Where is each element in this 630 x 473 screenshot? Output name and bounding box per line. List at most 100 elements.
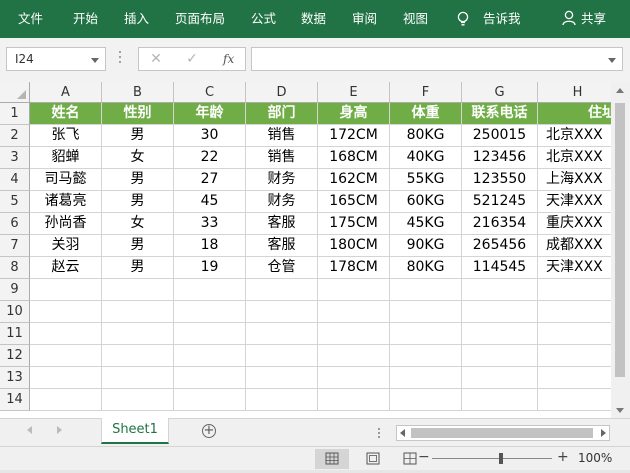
empty-cell[interactable] xyxy=(390,389,462,411)
table-cell[interactable]: 张飞 xyxy=(30,125,102,147)
empty-cell[interactable] xyxy=(30,301,102,323)
table-cell[interactable]: 30 xyxy=(174,125,246,147)
table-cell[interactable]: 27 xyxy=(174,169,246,191)
empty-cell[interactable] xyxy=(318,367,390,389)
empty-cell[interactable] xyxy=(538,345,611,367)
empty-cell[interactable] xyxy=(246,345,318,367)
empty-cell[interactable] xyxy=(538,323,611,345)
empty-cell[interactable] xyxy=(462,323,538,345)
table-cell[interactable]: 90KG xyxy=(390,235,462,257)
row-header-9[interactable]: 9 xyxy=(0,279,30,301)
page-layout-view-button[interactable] xyxy=(356,449,390,469)
table-cell[interactable]: 财务 xyxy=(246,191,318,213)
chevron-down-icon[interactable] xyxy=(608,58,616,63)
column-header-b[interactable]: B xyxy=(102,82,174,103)
empty-cell[interactable] xyxy=(538,301,611,323)
table-cell[interactable]: 250015 xyxy=(462,125,538,147)
menu-home[interactable]: 开始 xyxy=(73,0,98,38)
table-cell[interactable]: 男 xyxy=(102,125,174,147)
table-cell[interactable]: 178CM xyxy=(318,257,390,279)
row-header-13[interactable]: 13 xyxy=(0,367,30,389)
table-cell[interactable]: 22 xyxy=(174,147,246,169)
horizontal-scrollbar[interactable] xyxy=(396,425,610,441)
empty-cell[interactable] xyxy=(538,279,611,301)
empty-cell[interactable] xyxy=(174,367,246,389)
empty-cell[interactable] xyxy=(318,301,390,323)
empty-cell[interactable] xyxy=(174,323,246,345)
empty-cell[interactable] xyxy=(390,367,462,389)
menu-insert[interactable]: 插入 xyxy=(124,0,149,38)
table-cell[interactable]: 55KG xyxy=(390,169,462,191)
empty-cell[interactable] xyxy=(30,323,102,345)
row-header-7[interactable]: 7 xyxy=(0,235,30,257)
empty-cell[interactable] xyxy=(174,279,246,301)
scroll-left-icon[interactable] xyxy=(400,429,405,437)
table-cell[interactable]: 521245 xyxy=(462,191,538,213)
table-cell[interactable]: 男 xyxy=(102,169,174,191)
table-cell[interactable]: 165CM xyxy=(318,191,390,213)
enter-icon[interactable]: ✓ xyxy=(181,50,203,68)
empty-cell[interactable] xyxy=(30,389,102,411)
empty-cell[interactable] xyxy=(390,279,462,301)
table-cell[interactable]: 客服 xyxy=(246,235,318,257)
column-header-a[interactable]: A xyxy=(30,82,102,103)
row-header-14[interactable]: 14 xyxy=(0,389,30,411)
table-cell[interactable]: 180CM xyxy=(318,235,390,257)
empty-cell[interactable] xyxy=(462,345,538,367)
insert-function-button[interactable]: fx xyxy=(223,50,234,68)
empty-cell[interactable] xyxy=(318,345,390,367)
table-cell[interactable]: 财务 xyxy=(246,169,318,191)
table-cell[interactable]: 女 xyxy=(102,213,174,235)
table-cell[interactable]: 男 xyxy=(102,235,174,257)
table-cell[interactable]: 216354 xyxy=(462,213,538,235)
empty-cell[interactable] xyxy=(538,367,611,389)
table-cell[interactable]: 60KG xyxy=(390,191,462,213)
column-header-h[interactable]: H xyxy=(538,82,611,103)
lightbulb-icon[interactable] xyxy=(457,11,469,27)
column-header-e[interactable]: E xyxy=(318,82,390,103)
table-header-cell[interactable]: 身高 xyxy=(318,103,390,125)
empty-cell[interactable] xyxy=(462,279,538,301)
table-cell[interactable]: 80KG xyxy=(390,257,462,279)
empty-cell[interactable] xyxy=(246,367,318,389)
menu-file[interactable]: 文件 xyxy=(18,0,43,38)
empty-cell[interactable] xyxy=(102,279,174,301)
name-box[interactable]: I24 xyxy=(6,47,106,71)
table-cell[interactable]: 天津XXX xyxy=(538,257,611,279)
table-header-cell[interactable]: 部门 xyxy=(246,103,318,125)
cancel-icon[interactable]: ✕ xyxy=(145,50,167,68)
empty-cell[interactable] xyxy=(30,345,102,367)
table-cell[interactable]: 40KG xyxy=(390,147,462,169)
table-cell[interactable]: 赵云 xyxy=(30,257,102,279)
table-cell[interactable]: 北京XXX xyxy=(538,147,611,169)
zoom-out-button[interactable]: − xyxy=(418,449,430,465)
table-cell[interactable]: 172CM xyxy=(318,125,390,147)
drag-handle-icon[interactable] xyxy=(119,51,121,65)
table-cell[interactable]: 123456 xyxy=(462,147,538,169)
table-cell[interactable]: 仓管 xyxy=(246,257,318,279)
scroll-up-icon[interactable] xyxy=(616,88,624,93)
table-cell[interactable]: 销售 xyxy=(246,147,318,169)
table-cell[interactable]: 80KG xyxy=(390,125,462,147)
normal-view-button[interactable] xyxy=(315,449,349,469)
worksheet-grid[interactable]: ABCDEFGH1姓名性别年龄部门身高体重联系电话住址2张飞男30销售172CM… xyxy=(0,82,611,418)
table-cell[interactable]: 168CM xyxy=(318,147,390,169)
row-header-10[interactable]: 10 xyxy=(0,301,30,323)
scroll-right-icon[interactable] xyxy=(601,429,606,437)
row-header-11[interactable]: 11 xyxy=(0,323,30,345)
table-cell[interactable]: 孙尚香 xyxy=(30,213,102,235)
select-all-button[interactable] xyxy=(0,82,30,103)
tab-scroll-left-icon[interactable] xyxy=(27,426,32,434)
zoom-slider[interactable] xyxy=(432,458,552,459)
empty-cell[interactable] xyxy=(318,323,390,345)
drag-handle-icon[interactable] xyxy=(378,428,380,438)
vertical-scrollbar[interactable] xyxy=(611,82,630,418)
table-header-cell[interactable]: 年龄 xyxy=(174,103,246,125)
tell-me-search[interactable]: 告诉我 xyxy=(483,0,521,38)
empty-cell[interactable] xyxy=(538,389,611,411)
chevron-down-icon[interactable] xyxy=(91,58,99,63)
empty-cell[interactable] xyxy=(246,323,318,345)
empty-cell[interactable] xyxy=(30,279,102,301)
person-icon[interactable] xyxy=(562,10,576,26)
table-cell[interactable]: 天津XXX xyxy=(538,191,611,213)
